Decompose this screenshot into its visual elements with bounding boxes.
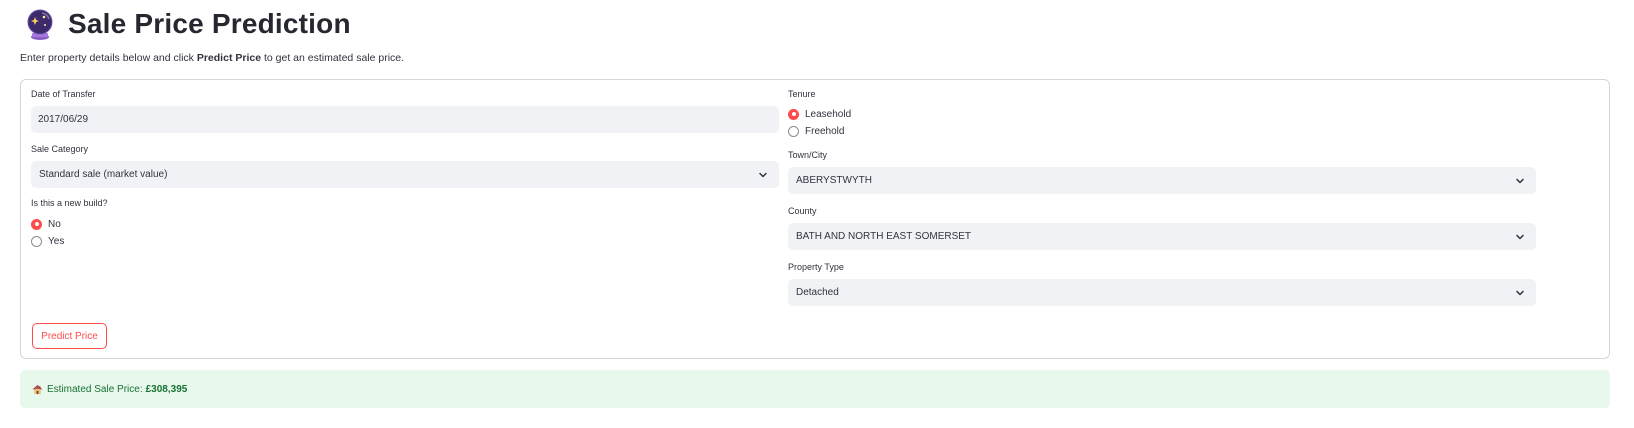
chevron-down-icon bbox=[1516, 290, 1524, 295]
chevron-down-icon bbox=[759, 172, 767, 177]
prediction-form: Date of Transfer 2017/06/29 Sale Categor… bbox=[20, 79, 1610, 359]
town-city-value: ABERYSTWYTH bbox=[796, 175, 872, 186]
property-type-select[interactable]: Detached bbox=[788, 279, 1536, 306]
sale-category-value: Standard sale (market value) bbox=[39, 169, 168, 180]
town-city-select[interactable]: ABERYSTWYTH bbox=[788, 167, 1536, 194]
page-title: Sale Price Prediction bbox=[68, 8, 351, 39]
estimated-price-value: £308,395 bbox=[145, 383, 188, 395]
new-build-option-no[interactable]: No bbox=[31, 217, 61, 231]
tenure-option-leasehold-label: Leasehold bbox=[805, 108, 852, 120]
intro-text: Enter property details below and click P… bbox=[20, 52, 404, 64]
intro-emphasis: Predict Price bbox=[196, 52, 262, 64]
sale-category-select[interactable]: Standard sale (market value) bbox=[31, 161, 779, 188]
tenure-option-leasehold[interactable]: Leasehold bbox=[788, 107, 851, 121]
app-page: Sale Price Prediction Enter property det… bbox=[0, 0, 1634, 428]
town-city-label: Town/City bbox=[788, 150, 828, 160]
estimated-price-label: Estimated Sale Price: bbox=[47, 383, 143, 395]
new-build-option-no-label: No bbox=[48, 218, 61, 230]
new-build-label: Is this a new build? bbox=[31, 198, 108, 208]
county-value: BATH AND NORTH EAST SOMERSET bbox=[796, 231, 972, 242]
chevron-down-icon bbox=[1516, 234, 1524, 239]
tenure-label: Tenure bbox=[788, 89, 816, 99]
radio-checked-icon[interactable] bbox=[31, 218, 42, 230]
date-of-transfer-value: 2017/06/29 bbox=[38, 114, 89, 125]
new-build-option-yes-label: Yes bbox=[48, 235, 65, 247]
tenure-option-freehold[interactable]: Freehold bbox=[788, 124, 844, 138]
crystal-ball-icon bbox=[26, 8, 54, 40]
intro-before: Enter property details below and click bbox=[20, 52, 197, 64]
intro-after: to get an estimated sale price. bbox=[261, 52, 405, 64]
new-build-option-yes[interactable]: Yes bbox=[31, 234, 64, 248]
radio-checked-icon[interactable] bbox=[788, 108, 799, 120]
sale-category-label: Sale Category bbox=[31, 144, 89, 154]
house-icon bbox=[32, 384, 43, 394]
estimated-price-alert: Estimated Sale Price: £308,395 bbox=[20, 370, 1610, 408]
chevron-down-icon bbox=[1516, 178, 1524, 183]
date-of-transfer-label: Date of Transfer bbox=[31, 89, 96, 99]
date-of-transfer-input[interactable]: 2017/06/29 bbox=[31, 106, 779, 133]
county-select[interactable]: BATH AND NORTH EAST SOMERSET bbox=[788, 223, 1536, 250]
radio-unchecked-icon[interactable] bbox=[31, 235, 42, 247]
radio-unchecked-icon[interactable] bbox=[788, 125, 799, 137]
county-label: County bbox=[788, 206, 817, 216]
tenure-option-freehold-label: Freehold bbox=[805, 125, 845, 137]
predict-price-button[interactable]: Predict Price bbox=[32, 323, 107, 349]
title-row: Sale Price Prediction bbox=[26, 4, 351, 44]
property-type-value: Detached bbox=[796, 287, 839, 298]
property-type-label: Property Type bbox=[788, 262, 844, 272]
